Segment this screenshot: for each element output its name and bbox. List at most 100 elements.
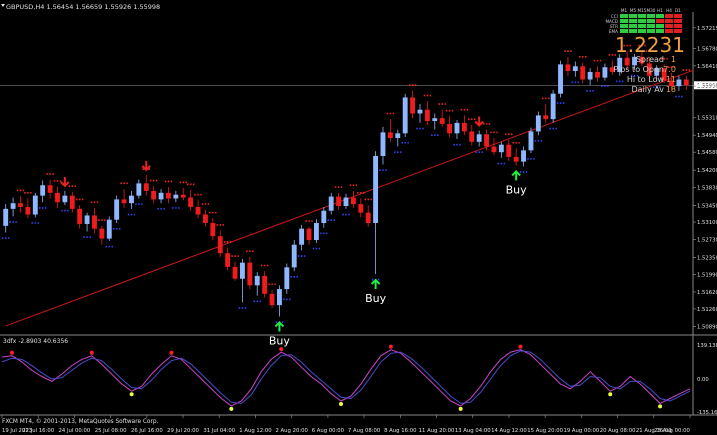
stat-label: Hi to Low (627, 75, 665, 84)
time-tick-label: 6 Aug 00:00 (312, 428, 345, 434)
signal-cell (638, 14, 646, 18)
price-tick-label: 1.54200 (697, 168, 717, 174)
oscillator-peak-dot (279, 347, 284, 352)
price-tick-label: 1.56780 (697, 46, 717, 52)
signal-cell (620, 19, 628, 23)
time-tick-label: 25 Jul 08:00 (95, 428, 127, 434)
timeframe-label: M5 (630, 8, 637, 13)
time-tick-label: 29 Jul 20:00 (167, 428, 199, 434)
signal-cell (674, 24, 682, 28)
price-tick-label: 1.53100 (697, 220, 717, 226)
price-tick-label: 1.52730 (697, 238, 717, 244)
oscillator-peak-dot (518, 344, 523, 349)
big-price: 1.2231 (615, 33, 685, 57)
oscillator-peak-dot (388, 344, 393, 349)
oscillator-trough-dot (658, 404, 663, 409)
oscillator-tick-label: 0.00 (697, 377, 709, 383)
stat-value: 7.0 (663, 65, 676, 74)
time-tick-label: 24 Jul 00:00 (59, 428, 91, 434)
time-tick-label: 7 Aug 08:00 (348, 428, 381, 434)
stat-value: 11 (666, 75, 676, 84)
price-tick-label: 1.57215 (697, 26, 717, 32)
oscillator-trough-dot (458, 406, 463, 411)
candle[interactable] (106, 216, 112, 241)
signal-cell (620, 24, 628, 28)
price-tick-label: 1.55310 (697, 116, 717, 122)
signal-cell (647, 24, 655, 28)
signal-cell (629, 14, 637, 18)
price-tick-label: 1.50890 (697, 324, 717, 330)
signal-cell (629, 24, 637, 28)
price-tick-label: 1.54580 (697, 150, 717, 156)
buy-signal-label: Buy (365, 292, 387, 305)
oscillator-peak-dot (89, 350, 94, 355)
stat-label: Daily Av (631, 85, 664, 94)
signal-cell (656, 24, 664, 28)
timeframe-label: M1 (621, 8, 628, 13)
price-tick-label: 1.55980 (697, 84, 717, 90)
time-tick-label: 14 Aug 12:00 (491, 428, 527, 434)
signal-cell (620, 14, 628, 18)
price-tick-label: 1.53830 (697, 186, 717, 192)
signal-cell (638, 24, 646, 28)
oscillator-tick-label: -135.16 (697, 410, 717, 416)
signal-cell (665, 24, 673, 28)
buy-signal-label: Buy (506, 183, 528, 196)
price-tick-label: 1.56410 (697, 64, 717, 70)
oscillator-peak-dot (169, 350, 174, 355)
time-tick-label: 23 Aug 00:00 (654, 428, 690, 434)
candle[interactable] (550, 89, 556, 123)
signal-cell (665, 14, 673, 18)
stat-label: Pips to Open (613, 65, 664, 74)
time-tick-label: 11 Aug 20:00 (419, 428, 455, 434)
time-tick-label: 19 Aug 00:00 (564, 428, 600, 434)
oscillator-trough-dot (129, 392, 134, 397)
timeframe-label: H1 (657, 8, 663, 13)
oscillator-trough-dot (339, 401, 344, 406)
time-tick-label: 8 Aug 16:00 (384, 428, 417, 434)
price-tick-label: 1.53450 (697, 204, 717, 210)
buy-signal-label: Buy (269, 334, 291, 347)
price-tick-label: 1.51990 (697, 272, 717, 278)
price-tick-label: 1.54940 (697, 133, 717, 139)
chart-canvas: GBPUSD,H4 1.56454 1.56659 1.55926 1.5599… (0, 0, 717, 435)
signal-cell (647, 19, 655, 23)
time-tick-label: 13 Aug 04:00 (455, 428, 491, 434)
oscillator-trough-dot (229, 406, 234, 411)
oscillator-peak-dot (9, 350, 14, 355)
timeframe-label: M15 (638, 8, 647, 13)
price-tick-label: 1.52350 (697, 255, 717, 261)
time-tick-label: 20 Aug 08:00 (600, 428, 636, 434)
signal-cell (674, 19, 682, 23)
candle[interactable] (32, 192, 38, 218)
signal-cell (665, 19, 673, 23)
signal-cell (656, 14, 664, 18)
time-tick-label: 26 Jul 16:00 (131, 428, 163, 434)
candle[interactable] (114, 195, 120, 224)
oscillator-title: 3dfx -2.8903 40.6356 (3, 338, 68, 345)
candle[interactable] (528, 127, 534, 154)
signal-cell (647, 14, 655, 18)
price-tick-label: 1.51620 (697, 290, 717, 296)
timeframe-label: D1 (675, 8, 681, 13)
time-tick-label: 2 Aug 20:00 (276, 428, 309, 434)
signal-cell (629, 19, 637, 23)
timeframe-label: M30 (647, 8, 656, 13)
oscillator-tick-label: 139.138 (697, 343, 717, 349)
time-tick-label: 22 Jul 16:00 (22, 428, 54, 434)
symbol-header: GBPUSD,H4 1.56454 1.56659 1.55926 1.5599… (6, 3, 160, 11)
copyright-text: FXCM MT4, © 2001-2013, MetaQuotes Softwa… (2, 418, 159, 425)
signal-cell (674, 14, 682, 18)
signal-cell (656, 19, 664, 23)
candle[interactable] (558, 60, 563, 98)
stat-value: 18 (666, 85, 676, 94)
signal-cell (638, 19, 646, 23)
time-tick-label: 1 Aug 12:00 (239, 428, 272, 434)
oscillator-trough-dot (608, 392, 613, 397)
timeframe-label: H4 (666, 8, 672, 13)
time-tick-label: 31 Jul 04:00 (203, 428, 235, 434)
time-tick-label: 15 Aug 20:00 (527, 428, 563, 434)
price-tick-label: 1.51260 (697, 307, 717, 313)
candle[interactable] (402, 93, 408, 138)
stat-label: Spread (636, 55, 664, 64)
